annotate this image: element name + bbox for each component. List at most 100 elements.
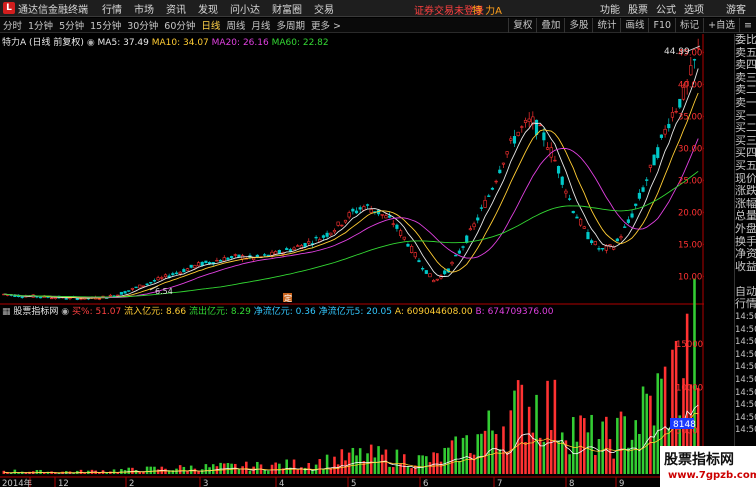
quote-panel-item[interactable]: 净资 [735, 248, 756, 261]
menu-faxian[interactable]: 发现 [198, 1, 218, 16]
quote-panel-item[interactable]: 总量 [735, 210, 756, 223]
tool-duogu[interactable]: 多股 [564, 18, 592, 33]
period-month[interactable]: 月线 [248, 18, 273, 32]
period-toolbar: 分时 1分钟 5分钟 15分钟 30分钟 60分钟 日线 周线 月线 多周期 更… [0, 18, 756, 33]
candle-body [79, 298, 83, 300]
quote-panel-item[interactable] [735, 273, 756, 286]
menu-list-icon[interactable]: ≡ [739, 18, 756, 33]
ind-grid-icon[interactable]: ▦ [2, 307, 11, 317]
ma-dot-icon[interactable]: ◉ [87, 38, 95, 48]
quote-panel-item[interactable]: 14:50 [735, 387, 756, 400]
candle-body [637, 192, 641, 199]
menu-hangqing[interactable]: 行情 [102, 1, 122, 16]
quote-panel-item[interactable]: 外盘 [735, 223, 756, 236]
period-60min[interactable]: 60分钟 [161, 18, 198, 32]
menu-zixun[interactable]: 资讯 [166, 1, 186, 16]
quote-panel-item[interactable]: 卖三 [735, 72, 756, 85]
watermark-url: www.7gpzb.com [668, 470, 756, 481]
ind-inflow-value: 8.66 [166, 307, 187, 317]
menu-xuanxiang[interactable]: 选项 [684, 1, 704, 16]
period-week[interactable]: 周线 [223, 18, 248, 32]
quote-panel-item[interactable]: 收益 [735, 261, 756, 274]
quote-panel-item[interactable]: 买二 [735, 122, 756, 135]
quote-panel-item[interactable]: 卖四 [735, 59, 756, 72]
quote-panel-item[interactable]: 14:50 [735, 311, 756, 324]
quote-panel-item[interactable]: 14:50 [735, 412, 756, 425]
quote-panel-item[interactable]: 自动 [735, 286, 756, 299]
tool-diejia[interactable]: 叠加 [536, 18, 564, 33]
guest-user[interactable]: 游客 [726, 1, 746, 16]
volume-bar [42, 472, 46, 474]
volume-bar [380, 454, 384, 474]
period-30min[interactable]: 30分钟 [124, 18, 161, 32]
quote-panel-item[interactable]: 14:50 [735, 336, 756, 349]
quote-panel-item[interactable]: 卖二 [735, 84, 756, 97]
tool-f10[interactable]: F10 [648, 18, 675, 33]
quote-panel-item[interactable]: 买一 [735, 110, 756, 123]
candle-body [623, 226, 627, 228]
period-5min[interactable]: 5分钟 [56, 18, 87, 32]
period-15min[interactable]: 15分钟 [87, 18, 124, 32]
quote-panel-item[interactable]: 14:50 [735, 399, 756, 412]
candle-body [634, 203, 638, 206]
candle-body [476, 217, 480, 221]
quote-panel-item[interactable]: 买五 [735, 160, 756, 173]
menu-jiaoyi[interactable]: 交易 [314, 1, 334, 16]
quote-panel-item[interactable]: 行情 [735, 298, 756, 311]
tool-biaoji[interactable]: 标记 [675, 18, 703, 33]
period-fenshi[interactable]: 分时 [0, 18, 25, 32]
ind-buy-pct-value: 51.07 [95, 307, 122, 317]
menu-gupiao[interactable]: 股票 [628, 1, 648, 16]
price-tick-label: 10.00 [678, 272, 702, 282]
candle-body [160, 277, 164, 279]
candle-body [483, 200, 487, 208]
menu-shichang[interactable]: 市场 [134, 1, 154, 16]
menu-wenxiaoda[interactable]: 问小达 [230, 1, 260, 16]
ind-netflow-label: 净流亿元: [253, 307, 296, 317]
menu-caifuquan[interactable]: 财富圈 [272, 1, 302, 16]
date-tick-label: 2 [129, 479, 134, 487]
quote-panel-item[interactable]: 14:50 [735, 349, 756, 362]
volume-tick-label: 10000 [676, 383, 703, 393]
quote-panel-item[interactable]: 14:50 [735, 361, 756, 374]
volume-bar [325, 454, 329, 474]
candle-body [432, 280, 436, 283]
quote-panel-item[interactable]: 卖一 [735, 97, 756, 110]
indicator-name[interactable]: 股票指标网 [13, 307, 58, 317]
tool-fuquan[interactable]: 复权 [508, 18, 536, 33]
menu-gongneng[interactable]: 功能 [600, 1, 620, 16]
period-day[interactable]: 日线 [198, 18, 223, 32]
candle-body [545, 147, 550, 150]
volume-bar [601, 421, 604, 474]
quote-panel-item[interactable]: 现价 [735, 173, 756, 186]
candle-body [487, 195, 491, 197]
volume-bar [421, 455, 424, 474]
tool-add-watchlist[interactable]: +自选 [703, 18, 739, 33]
quote-panel-item[interactable]: 买四 [735, 147, 756, 160]
quote-panel-item[interactable]: 14:50 [735, 324, 756, 337]
tool-tongji[interactable]: 统计 [592, 18, 620, 33]
ind-netflow5-label: 净流亿元5: [318, 307, 367, 317]
menu-gongshi[interactable]: 公式 [656, 1, 676, 16]
period-1min[interactable]: 1分钟 [25, 18, 56, 32]
date-tick-label: 9 [619, 479, 624, 487]
tool-huaxian[interactable]: 画线 [620, 18, 648, 33]
ind-outflow-label: 流出亿元: [188, 307, 231, 317]
quote-panel-item[interactable]: 涨跌 [735, 185, 756, 198]
period-multi[interactable]: 多周期 [273, 18, 308, 32]
price-tick-label: 15.00 [678, 240, 702, 250]
quote-panel-item[interactable]: 买三 [735, 135, 756, 148]
volume-bar [693, 278, 696, 474]
quote-panel-item[interactable]: 14:50 [735, 424, 756, 437]
chart-area[interactable]: 10.0015.0020.0025.0030.0035.0040.0045.00… [0, 34, 704, 487]
volume-bar [645, 393, 649, 474]
quote-panel-item[interactable]: 卖五 [735, 47, 756, 60]
ind-dot-icon[interactable]: ◉ [61, 307, 69, 317]
candle-body [127, 290, 131, 292]
quote-panel-item[interactable]: 委比 [735, 34, 756, 47]
candle-body [325, 232, 329, 237]
quote-panel-item[interactable]: 涨幅 [735, 198, 756, 211]
quote-panel-item[interactable]: 换手 [735, 236, 756, 249]
quote-panel-item[interactable]: 14:50 [735, 374, 756, 387]
period-more[interactable]: 更多 > [308, 18, 344, 32]
